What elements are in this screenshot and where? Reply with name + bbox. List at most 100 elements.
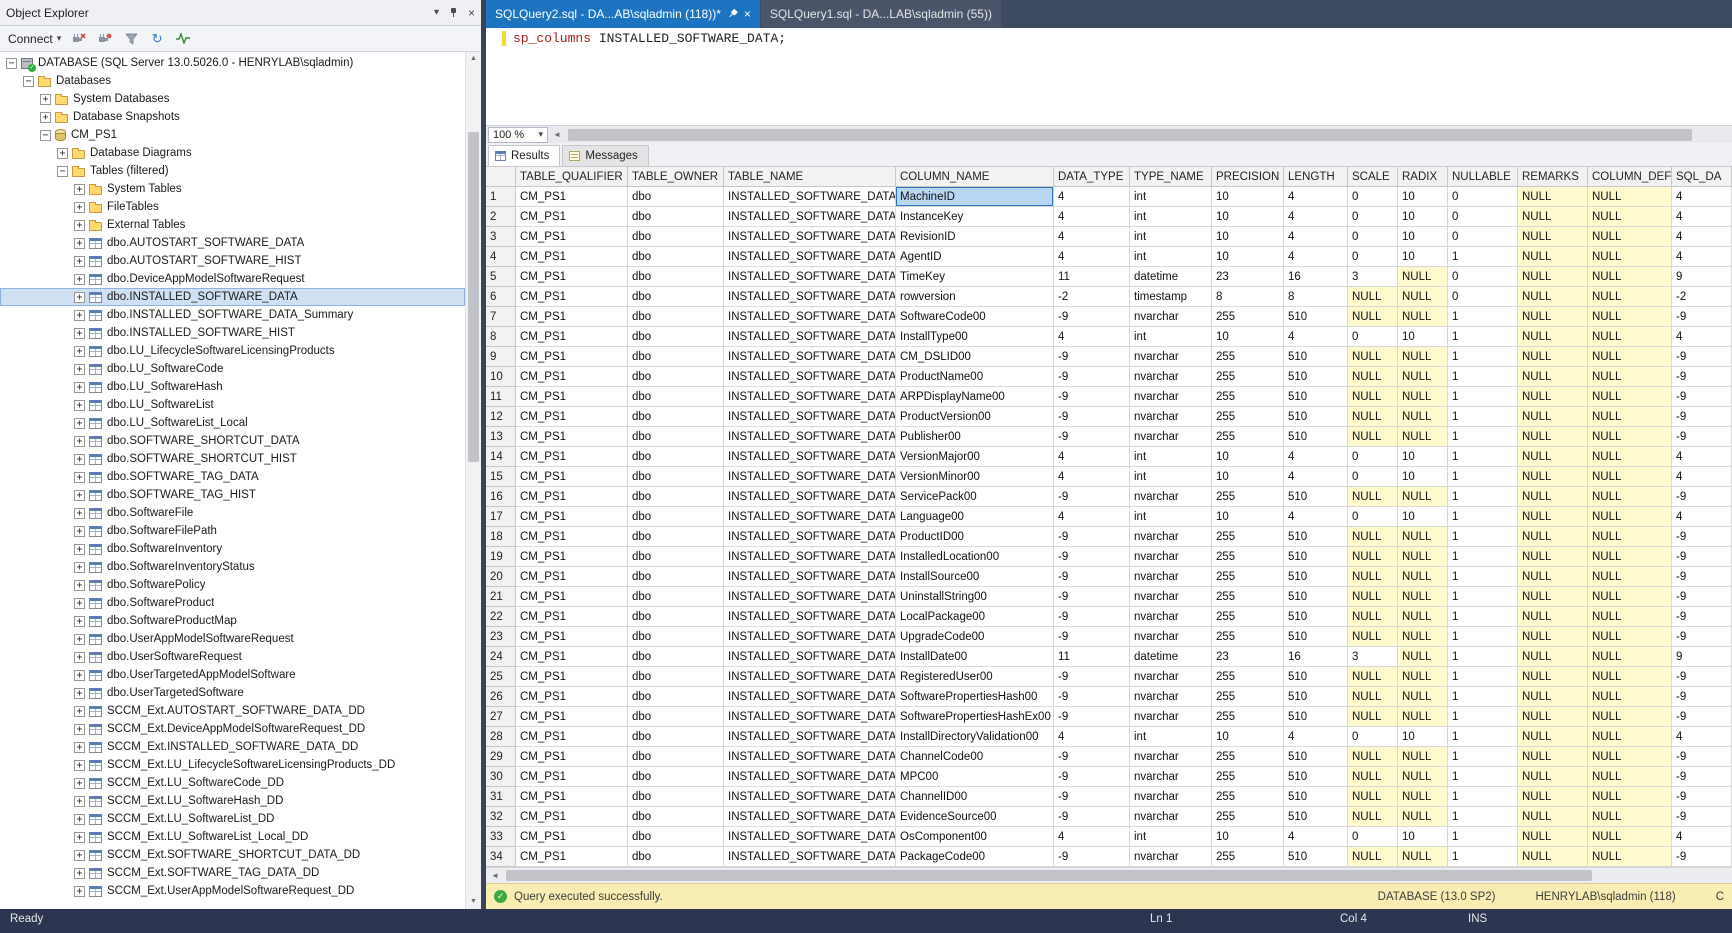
grid-cell[interactable]: NULL bbox=[1588, 387, 1672, 407]
grid-row-number[interactable]: 22 bbox=[486, 607, 516, 627]
grid-cell[interactable]: NULL bbox=[1588, 287, 1672, 307]
grid-column-header[interactable]: TABLE_QUALIFIER bbox=[516, 167, 628, 187]
grid-cell[interactable]: NULL bbox=[1348, 707, 1398, 727]
grid-cell[interactable]: NULL bbox=[1588, 347, 1672, 367]
grid-cell[interactable]: InstallDirectoryValidation00 bbox=[896, 727, 1054, 747]
tree-item[interactable]: +System Tables bbox=[0, 180, 465, 198]
grid-cell[interactable]: INSTALLED_SOFTWARE_DATA bbox=[724, 387, 896, 407]
grid-column-header[interactable]: TYPE_NAME bbox=[1130, 167, 1212, 187]
grid-cell[interactable]: CM_PS1 bbox=[516, 467, 628, 487]
tree-item[interactable]: +dbo.SoftwareProduct bbox=[0, 594, 465, 612]
grid-cell[interactable]: -9 bbox=[1672, 387, 1732, 407]
grid-cell[interactable]: 10 bbox=[1398, 467, 1448, 487]
grid-cell[interactable]: 10 bbox=[1398, 507, 1448, 527]
grid-cell[interactable]: NULL bbox=[1398, 407, 1448, 427]
scroll-left-icon[interactable]: ◄ bbox=[550, 127, 564, 143]
grid-cell[interactable]: CM_PS1 bbox=[516, 267, 628, 287]
tree-item[interactable]: +dbo.INSTALLED_SOFTWARE_HIST bbox=[0, 324, 465, 342]
grid-cell[interactable]: INSTALLED_SOFTWARE_DATA bbox=[724, 787, 896, 807]
grid-cell[interactable]: dbo bbox=[628, 287, 724, 307]
grid-cell[interactable]: nvarchar bbox=[1130, 427, 1212, 447]
grid-cell[interactable]: 1 bbox=[1448, 507, 1518, 527]
grid-cell[interactable]: NULL bbox=[1518, 687, 1588, 707]
grid-cell[interactable]: 510 bbox=[1284, 607, 1348, 627]
grid-cell[interactable]: -9 bbox=[1672, 307, 1732, 327]
grid-cell[interactable]: 1 bbox=[1448, 587, 1518, 607]
grid-cell[interactable]: dbo bbox=[628, 447, 724, 467]
grid-cell[interactable]: -9 bbox=[1672, 347, 1732, 367]
grid-cell[interactable]: 10 bbox=[1398, 727, 1448, 747]
grid-cell[interactable]: 4 bbox=[1672, 447, 1732, 467]
grid-cell[interactable]: 10 bbox=[1398, 247, 1448, 267]
scrollbar-thumb[interactable] bbox=[468, 132, 479, 462]
grid-cell[interactable]: -9 bbox=[1054, 547, 1130, 567]
grid-cell[interactable]: CM_PS1 bbox=[516, 407, 628, 427]
grid-cell[interactable]: INSTALLED_SOFTWARE_DATA bbox=[724, 567, 896, 587]
grid-row-number[interactable]: 5 bbox=[486, 267, 516, 287]
grid-cell[interactable]: NULL bbox=[1588, 267, 1672, 287]
expand-icon[interactable]: + bbox=[74, 652, 85, 663]
grid-cell[interactable]: INSTALLED_SOFTWARE_DATA bbox=[724, 367, 896, 387]
grid-cell[interactable]: 1 bbox=[1448, 447, 1518, 467]
grid-column-header[interactable]: TABLE_NAME bbox=[724, 167, 896, 187]
grid-cell[interactable]: 255 bbox=[1212, 587, 1284, 607]
grid-cell[interactable]: -9 bbox=[1672, 407, 1732, 427]
grid-cell[interactable]: NULL bbox=[1518, 187, 1588, 207]
grid-cell[interactable]: 1 bbox=[1448, 807, 1518, 827]
grid-cell[interactable]: 1 bbox=[1448, 527, 1518, 547]
expand-icon[interactable]: + bbox=[74, 274, 85, 285]
grid-cell[interactable]: 10 bbox=[1212, 227, 1284, 247]
grid-cell[interactable]: 10 bbox=[1212, 327, 1284, 347]
grid-cell[interactable]: dbo bbox=[628, 747, 724, 767]
grid-cell[interactable]: -9 bbox=[1054, 807, 1130, 827]
grid-cell[interactable]: dbo bbox=[628, 647, 724, 667]
grid-cell[interactable]: timestamp bbox=[1130, 287, 1212, 307]
grid-cell[interactable]: 510 bbox=[1284, 367, 1348, 387]
grid-cell[interactable]: NULL bbox=[1588, 627, 1672, 647]
grid-cell[interactable]: NULL bbox=[1518, 547, 1588, 567]
grid-cell[interactable]: 0 bbox=[1348, 187, 1398, 207]
grid-cell[interactable]: int bbox=[1130, 247, 1212, 267]
grid-cell[interactable]: NULL bbox=[1518, 467, 1588, 487]
scrollbar-thumb[interactable] bbox=[506, 870, 1592, 881]
grid-cell[interactable]: NULL bbox=[1588, 827, 1672, 847]
grid-cell[interactable]: 4 bbox=[1672, 727, 1732, 747]
grid-cell[interactable]: 510 bbox=[1284, 407, 1348, 427]
grid-cell[interactable]: 0 bbox=[1348, 727, 1398, 747]
grid-cell[interactable]: 4 bbox=[1054, 207, 1130, 227]
grid-cell[interactable]: 9 bbox=[1672, 647, 1732, 667]
grid-cell[interactable]: CM_PS1 bbox=[516, 527, 628, 547]
document-tab[interactable]: SQLQuery2.sql - DA...AB\sqladmin (118))*… bbox=[486, 0, 760, 28]
grid-cell[interactable]: NULL bbox=[1588, 367, 1672, 387]
grid-cell[interactable]: 255 bbox=[1212, 687, 1284, 707]
grid-cell[interactable]: InstallType00 bbox=[896, 327, 1054, 347]
grid-cell[interactable]: dbo bbox=[628, 207, 724, 227]
grid-row-number[interactable]: 7 bbox=[486, 307, 516, 327]
grid-cell[interactable]: INSTALLED_SOFTWARE_DATA bbox=[724, 507, 896, 527]
expand-icon[interactable]: + bbox=[74, 832, 85, 843]
tree-item[interactable]: +dbo.UserTargetedAppModelSoftware bbox=[0, 666, 465, 684]
grid-cell[interactable]: 1 bbox=[1448, 747, 1518, 767]
grid-cell[interactable]: ProductVersion00 bbox=[896, 407, 1054, 427]
grid-cell[interactable]: NULL bbox=[1518, 287, 1588, 307]
expand-icon[interactable]: + bbox=[40, 112, 51, 123]
grid-row-number[interactable]: 32 bbox=[486, 807, 516, 827]
grid-cell[interactable]: dbo bbox=[628, 487, 724, 507]
tree-item[interactable]: +dbo.UserSoftwareRequest bbox=[0, 648, 465, 666]
grid-cell[interactable]: NULL bbox=[1398, 767, 1448, 787]
grid-cell[interactable]: NULL bbox=[1518, 407, 1588, 427]
grid-cell[interactable]: NULL bbox=[1398, 787, 1448, 807]
expand-icon[interactable]: + bbox=[40, 94, 51, 105]
grid-cell[interactable]: dbo bbox=[628, 627, 724, 647]
grid-cell[interactable]: 255 bbox=[1212, 527, 1284, 547]
grid-cell[interactable]: 0 bbox=[1348, 327, 1398, 347]
grid-row-number[interactable]: 24 bbox=[486, 647, 516, 667]
grid-cell[interactable]: nvarchar bbox=[1130, 707, 1212, 727]
tree-item[interactable]: −Tables (filtered) bbox=[0, 162, 465, 180]
tree-item[interactable]: +External Tables bbox=[0, 216, 465, 234]
grid-cell[interactable]: 255 bbox=[1212, 607, 1284, 627]
grid-cell[interactable]: 1 bbox=[1448, 607, 1518, 627]
grid-cell[interactable]: CM_PS1 bbox=[516, 807, 628, 827]
tree-item[interactable]: +SCCM_Ext.SOFTWARE_SHORTCUT_DATA_DD bbox=[0, 846, 465, 864]
grid-cell[interactable]: nvarchar bbox=[1130, 787, 1212, 807]
